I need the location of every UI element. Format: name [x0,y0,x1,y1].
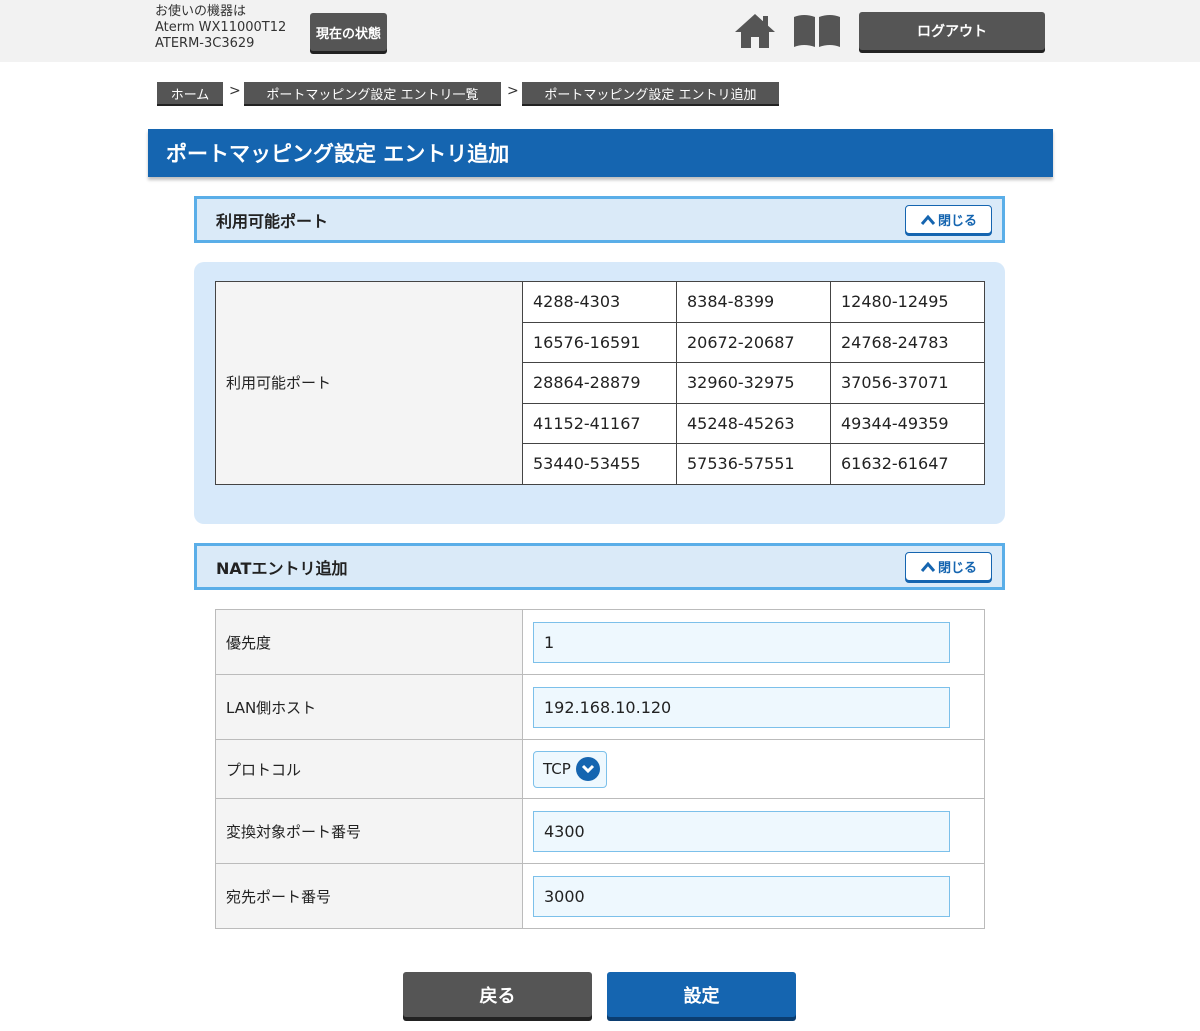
device-id: ATERM-3C3629 [155,36,255,51]
close-label: 閉じる [937,561,977,576]
port-range: 24768-24783 [830,321,985,363]
current-status-button[interactable]: 現在の状態 [310,13,387,51]
port-range: 16576-16591 [522,321,677,363]
port-range: 57536-57551 [676,443,831,485]
port-range: 45248-45263 [676,402,831,444]
manual-icon[interactable] [792,13,842,49]
device-info-line1: お使いの機器は [155,4,247,19]
port-range: 4288-4303 [522,281,677,323]
section-title: 利用可能ポート [216,211,329,231]
chevron-up-icon [920,561,936,572]
form-row-lan-host: LAN側ホスト 192.168.10.120 [215,674,985,740]
port-range: 28864-28879 [522,362,677,404]
home-icon[interactable] [734,12,776,50]
priority-input[interactable]: 1 [533,621,950,663]
section-title: NATエントリ追加 [216,558,348,578]
port-range: 12480-12495 [830,281,985,323]
form-row-translated-port: 変換対象ポート番号 4300 [215,798,985,864]
chevron-up-icon [920,214,936,225]
available-ports-table: 利用可能ポート 4288-4303 8384-8399 12480-12495 … [215,281,985,485]
destination-port-input[interactable]: 3000 [533,875,950,917]
breadcrumb-home[interactable]: ホーム [157,82,223,104]
chevron-down-icon [575,757,600,781]
form-row-priority: 優先度 1 [215,609,985,675]
nat-entry-form: 優先度 1 LAN側ホスト 192.168.10.120 プロトコル TCP 変… [215,609,985,929]
breadcrumb-current: ポートマッピング設定 エントリ追加 [522,82,779,104]
port-range: 32960-32975 [676,362,831,404]
available-ports-close-button[interactable]: 閉じる [905,205,992,234]
protocol-label: プロトコル [215,739,523,799]
device-model: Aterm WX11000T12 [155,20,287,35]
translated-port-input[interactable]: 4300 [533,810,950,852]
logout-button[interactable]: ログアウト [859,12,1045,50]
translated-port-field-cell: 4300 [522,798,985,864]
protocol-field-cell: TCP [522,739,985,799]
translated-port-label: 変換対象ポート番号 [215,798,523,864]
priority-field-cell: 1 [522,609,985,675]
nat-entry-close-button[interactable]: 閉じる [905,552,992,581]
submit-button[interactable]: 設定 [607,972,796,1017]
port-range: 8384-8399 [676,281,831,323]
available-ports-section-header: 利用可能ポート 閉じる [194,196,1005,243]
breadcrumb-separator: > [229,83,241,99]
destination-port-label: 宛先ポート番号 [215,863,523,929]
port-range: 53440-53455 [522,443,677,485]
device-info: お使いの機器は Aterm WX11000T12 ATERM-3C3629 [155,4,286,52]
table-row: 利用可能ポート 4288-4303 8384-8399 12480-12495 [215,281,985,485]
protocol-select[interactable]: TCP [533,750,607,788]
lan-host-field-cell: 192.168.10.120 [522,674,985,740]
breadcrumb-separator: > [507,83,519,99]
top-bar: お使いの機器は Aterm WX11000T12 ATERM-3C3629 現在… [0,0,1200,62]
lan-host-input[interactable]: 192.168.10.120 [533,686,950,728]
form-row-protocol: プロトコル TCP [215,739,985,799]
port-range: 20672-20687 [676,321,831,363]
port-range: 41152-41167 [522,402,677,444]
lan-host-label: LAN側ホスト [215,674,523,740]
form-row-destination-port: 宛先ポート番号 3000 [215,863,985,929]
back-button[interactable]: 戻る [403,972,592,1017]
priority-label: 優先度 [215,609,523,675]
close-label: 閉じる [937,214,977,229]
port-range: 61632-61647 [830,443,985,485]
nat-entry-section-header: NATエントリ追加 閉じる [194,543,1005,590]
destination-port-field-cell: 3000 [522,863,985,929]
protocol-selected-value: TCP [543,760,571,778]
available-ports-label: 利用可能ポート [215,281,523,485]
page-title: ポートマッピング設定 エントリ追加 [148,129,1053,177]
breadcrumb-entry-list[interactable]: ポートマッピング設定 エントリ一覧 [244,82,501,104]
port-range: 37056-37071 [830,362,985,404]
port-range: 49344-49359 [830,402,985,444]
